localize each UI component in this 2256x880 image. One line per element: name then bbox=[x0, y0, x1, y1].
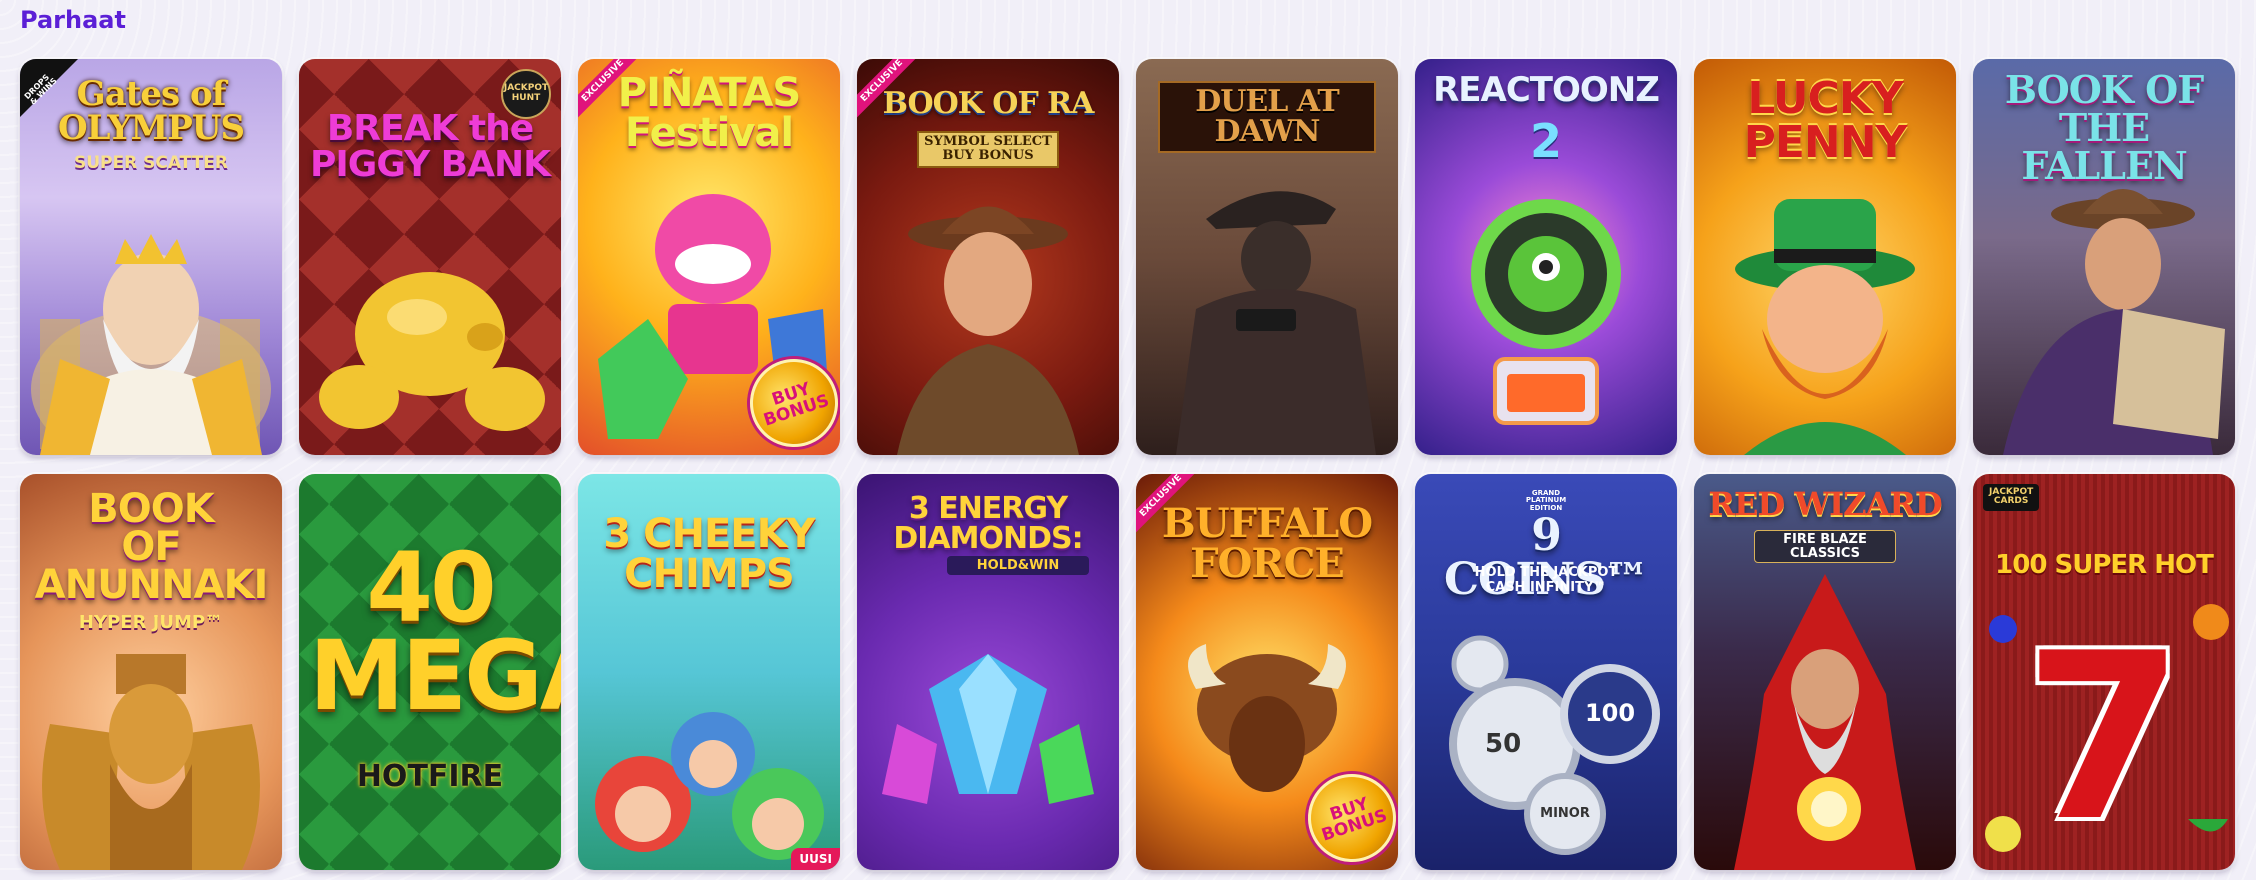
game-subtitle: HOTFIRE bbox=[356, 759, 504, 794]
game-tile-book-of-the-fallen[interactable]: BOOK OF THE FALLEN bbox=[1973, 59, 2235, 455]
game-subtitle: SUPER SCATTER bbox=[74, 153, 228, 173]
jackpot-cards-badge: JACKPOT CARDS bbox=[1983, 484, 2040, 511]
game-tile-9-coins[interactable]: 9 COINS™ HOLD THE JACKPOT CASH INFINITY™… bbox=[1415, 474, 1677, 870]
jackpot-hunt-badge: JACKPOT HUNT bbox=[501, 69, 551, 119]
game-subtitle: 2 bbox=[1529, 114, 1562, 168]
coin-value-50: 50 bbox=[1485, 729, 1522, 759]
game-subtitle: FIRE BLAZE CLASSICS bbox=[1754, 530, 1896, 564]
game-title: 3 CHEEKY CHIMPS bbox=[603, 511, 815, 597]
game-tile-red-wizard[interactable]: RED WIZARD FIRE BLAZE CLASSICS bbox=[1694, 474, 1956, 870]
game-title: BOOK OF ANUNNAKI bbox=[34, 486, 269, 608]
game-subtitle: HYPER JUMP™ bbox=[78, 612, 224, 633]
games-grid: Gates of OLYMPUS SUPER SCATTER DROPS & W… bbox=[20, 59, 2235, 870]
coin-value-100: 100 bbox=[1584, 699, 1636, 727]
new-tag: UUSI bbox=[791, 848, 840, 870]
game-title: DUEL AT DAWN bbox=[1158, 81, 1376, 153]
game-tile-book-of-ra[interactable]: BOOK OF RA SYMBOL SELECT BUY BONUS EXCLU… bbox=[857, 59, 1119, 455]
game-tile-3-cheeky-chimps[interactable]: 3 CHEEKY CHIMPS UUSI bbox=[578, 474, 840, 870]
game-tile-100-super-hot[interactable]: 7 100 SUPER HOT JACKPOT CARDS bbox=[1973, 474, 2235, 870]
game-subtitle: HOLD&WIN bbox=[947, 556, 1089, 575]
game-tile-duel-at-dawn[interactable]: DUEL AT DAWN bbox=[1136, 59, 1398, 455]
game-title: BUFFALO FORCE bbox=[1161, 500, 1373, 587]
game-title: 3 ENERGY DIAMONDS: bbox=[893, 491, 1083, 556]
game-tile-40-mega-hotfire[interactable]: 40 MEGA HOTFIRE bbox=[299, 474, 561, 870]
seven-symbol: 7 bbox=[2023, 605, 2185, 870]
game-tile-reactoonz-2[interactable]: REACTOONZ 2 bbox=[1415, 59, 1677, 455]
grand-platinum-badge: GRAND PLATINUM EDITION bbox=[1525, 489, 1567, 512]
game-tile-book-of-anunnaki[interactable]: BOOK OF ANUNNAKI HYPER JUMP™ bbox=[20, 474, 282, 870]
game-tile-pinatas-festival[interactable]: PIÑATAS Festival EXCLUSIVE BUY BONUS bbox=[578, 59, 840, 455]
coin-value-minor: MINOR bbox=[1540, 806, 1590, 821]
game-title: 100 SUPER HOT bbox=[1995, 550, 2214, 580]
game-title: PIÑATAS Festival bbox=[617, 70, 801, 156]
game-tile-break-the-piggy-bank[interactable]: BREAK the PIGGY BANK JACKPOT HUNT bbox=[299, 59, 561, 455]
game-subtitle: SYMBOL SELECT BUY BONUS bbox=[917, 131, 1059, 168]
game-title: BOOK OF THE FALLEN bbox=[2004, 67, 2204, 188]
game-tile-lucky-penny[interactable]: LUCKY PENNY bbox=[1694, 59, 1956, 455]
game-title: LUCKY PENNY bbox=[1743, 73, 1908, 168]
game-title: BOOK OF RA bbox=[882, 86, 1095, 121]
game-tile-3-energy-diamonds[interactable]: 3 ENERGY DIAMONDS: HOLD&WIN bbox=[857, 474, 1119, 870]
game-subtitle: HOLD THE JACKPOT CASH INFINITY™ bbox=[1474, 565, 1618, 595]
game-title: BREAK the PIGGY BANK bbox=[309, 108, 551, 185]
game-title: 40 MEGA bbox=[309, 532, 561, 733]
game-title: RED WIZARD bbox=[1708, 485, 1942, 523]
game-tile-gates-of-olympus[interactable]: Gates of OLYMPUS SUPER SCATTER DROPS & W… bbox=[20, 59, 282, 455]
section-title: Parhaat bbox=[20, 6, 126, 34]
game-tile-buffalo-force[interactable]: BUFFALO FORCE EXCLUSIVE BUY BONUS bbox=[1136, 474, 1398, 870]
game-title: REACTOONZ bbox=[1433, 70, 1660, 110]
